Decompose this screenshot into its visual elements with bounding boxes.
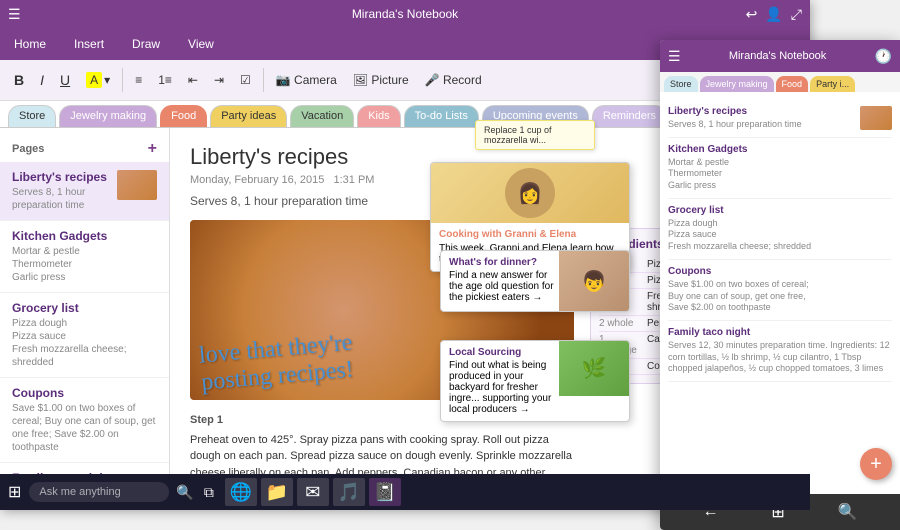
taskbar-onenote[interactable]: 📓 xyxy=(369,478,401,506)
separator2 xyxy=(263,68,264,92)
underline-button[interactable]: U xyxy=(54,70,76,90)
taskbar-music[interactable]: 🎵 xyxy=(333,478,365,506)
maximize-icon[interactable]: ⤢ xyxy=(791,6,802,23)
sidebar-header: Pages + xyxy=(0,136,169,162)
sidebar-item-liberties[interactable]: Liberty's recipes Serves 8, 1 hourprepar… xyxy=(0,162,169,221)
mobile-preview-5: Serves 12, 30 minutes preparation time. … xyxy=(668,340,892,375)
dinner-popup[interactable]: 👦 What's for dinner? Find a new answer f… xyxy=(440,250,630,312)
mobile-search-button[interactable]: 🔍 xyxy=(838,502,858,522)
picture-button[interactable]: 🖼 Picture xyxy=(347,71,415,89)
mobile-title-2: Kitchen Gadgets xyxy=(668,144,892,155)
tab-party[interactable]: Party ideas xyxy=(210,105,287,127)
mobile-tab-jewelry[interactable]: Jewelry making xyxy=(700,76,774,92)
taskbar-mail[interactable]: ✉ xyxy=(297,478,329,506)
mobile-title-1: Liberty's recipes xyxy=(668,106,892,117)
tab-jewelry[interactable]: Jewelry making xyxy=(59,105,157,127)
sidebar-item-coupons[interactable]: Coupons Save $1.00 on two boxes of cerea… xyxy=(0,378,169,463)
mobile-title-4: Coupons xyxy=(668,266,892,277)
tab-insert[interactable]: Insert xyxy=(60,28,118,60)
tab-store[interactable]: Store xyxy=(8,105,56,127)
mobile-clock-icon: 🕐 xyxy=(875,48,892,65)
taskbar-ie[interactable]: 🌐 xyxy=(225,478,257,506)
italic-button[interactable]: I xyxy=(34,70,50,90)
mobile-title-bar: ☰ Miranda's Notebook 🕐 xyxy=(660,40,900,72)
page-thumbnail xyxy=(117,170,157,200)
mobile-title-3: Grocery list xyxy=(668,205,892,216)
local-sourcing-popup[interactable]: 🌿 Local Sourcing Find out what is being … xyxy=(440,340,630,422)
tab-todo[interactable]: To-do Lists xyxy=(404,105,479,127)
sidebar: Pages + Liberty's recipes Serves 8, 1 ho… xyxy=(0,128,170,510)
checkbox-button[interactable]: ☑ xyxy=(234,71,257,89)
mobile-content: Liberty's recipes Serves 8, 1 hour prepa… xyxy=(660,92,900,494)
mobile-item-5[interactable]: Family taco night Serves 12, 30 minutes … xyxy=(668,321,892,382)
search-input[interactable] xyxy=(29,482,169,502)
title-bar-left: ☰ xyxy=(8,6,21,23)
separator xyxy=(122,68,123,92)
page-date: Monday, February 16, 2015 xyxy=(190,174,324,186)
cortana-icon[interactable]: 🔍 xyxy=(176,484,193,501)
tab-home[interactable]: Home xyxy=(0,28,60,60)
taskbar: ⊞ 🔍 ⧉ 🌐 📁 ✉ 🎵 📓 xyxy=(0,474,810,510)
title-bar-right: ↩ 👤 ⤢ xyxy=(746,6,802,23)
mobile-preview-2: Mortar & pestleThermometerGarlic press xyxy=(668,157,892,192)
camera-button[interactable]: 📷 Camera xyxy=(270,71,343,89)
bold-button[interactable]: B xyxy=(8,70,30,90)
mobile-preview-1: Serves 8, 1 hour preparation time xyxy=(668,119,892,131)
sidebar-item-gadgets[interactable]: Kitchen Gadgets Mortar & pestleThermomet… xyxy=(0,221,169,293)
undo-icon[interactable]: ↩ xyxy=(746,6,758,23)
user-icon[interactable]: 👤 xyxy=(765,6,782,23)
mobile-item-img-1 xyxy=(860,106,892,130)
tab-draw[interactable]: Draw xyxy=(118,28,174,60)
mobile-tab-food[interactable]: Food xyxy=(776,76,809,92)
bullets-button[interactable]: ≡ xyxy=(129,71,148,89)
mobile-tab-store[interactable]: Store xyxy=(664,76,698,92)
page-preview-2: Mortar & pestleThermometerGarlic press xyxy=(12,245,157,284)
highlight-button[interactable]: A▾ xyxy=(80,70,116,90)
taskbar-explorer[interactable]: 📁 xyxy=(261,478,293,506)
page-title-4: Coupons xyxy=(12,386,157,400)
tab-view[interactable]: View xyxy=(174,28,228,60)
menu-icon[interactable]: ☰ xyxy=(8,6,21,23)
cooking-title: Cooking with Granni & Elena xyxy=(439,229,621,240)
numbering-button[interactable]: 1≡ xyxy=(152,71,178,89)
tab-food[interactable]: Food xyxy=(160,105,207,127)
task-view-icon[interactable]: ⧉ xyxy=(204,484,214,501)
page-preview-4: Save $1.00 on two boxes of cereal; Buy o… xyxy=(12,402,157,454)
ing-amt-4: 2 whole xyxy=(599,318,639,329)
local-img: 🌿 xyxy=(559,341,629,396)
indent-button[interactable]: ⇤ xyxy=(182,71,204,89)
add-page-icon[interactable]: + xyxy=(148,140,157,158)
sidebar-item-grocery[interactable]: Grocery list Pizza doughPizza sauceFresh… xyxy=(0,293,169,378)
mobile-fab[interactable]: + xyxy=(860,448,892,480)
tab-vacation[interactable]: Vacation xyxy=(290,105,354,127)
mobile-tab-party[interactable]: Party i... xyxy=(810,76,855,92)
page-title-2: Kitchen Gadgets xyxy=(12,229,157,243)
page-title-3: Grocery list xyxy=(12,301,157,315)
mobile-title: Miranda's Notebook xyxy=(687,50,869,62)
mobile-item-1[interactable]: Liberty's recipes Serves 8, 1 hour prepa… xyxy=(668,100,892,138)
mobile-title-5: Family taco night xyxy=(668,327,892,338)
mobile-window: ☰ Miranda's Notebook 🕐 Store Jewelry mak… xyxy=(660,40,900,530)
mobile-preview-4: Save $1.00 on two boxes of cereal;Buy on… xyxy=(668,279,892,314)
pages-label: Pages xyxy=(12,143,44,155)
mobile-item-4[interactable]: Coupons Save $1.00 on two boxes of cerea… xyxy=(668,260,892,321)
page-time: 1:31 PM xyxy=(334,174,375,186)
mobile-preview-3: Pizza doughPizza sauceFresh mozzarella c… xyxy=(668,218,892,253)
start-button[interactable]: ⊞ xyxy=(8,482,21,502)
tab-reminders[interactable]: Reminders xyxy=(592,105,667,127)
cooking-popup-img: 👩 xyxy=(431,163,629,223)
page-preview-3: Pizza doughPizza sauceFresh mozzarella c… xyxy=(12,317,157,369)
mobile-tabs: Store Jewelry making Food Party i... xyxy=(660,72,900,92)
record-button[interactable]: 🎤 Record xyxy=(419,71,488,89)
dinner-img: 👦 xyxy=(559,251,629,311)
tab-kids[interactable]: Kids xyxy=(357,105,400,127)
app-title: Miranda's Notebook xyxy=(352,7,458,21)
mobile-menu-icon[interactable]: ☰ xyxy=(668,48,681,65)
title-bar: ☰ Miranda's Notebook ↩ 👤 ⤢ xyxy=(0,0,810,28)
mobile-item-3[interactable]: Grocery list Pizza doughPizza sauceFresh… xyxy=(668,199,892,260)
replace-tip: Replace 1 cup of mozzarella wi... xyxy=(475,120,595,150)
outdent-button[interactable]: ⇥ xyxy=(208,71,230,89)
mobile-item-2[interactable]: Kitchen Gadgets Mortar & pestleThermomet… xyxy=(668,138,892,199)
